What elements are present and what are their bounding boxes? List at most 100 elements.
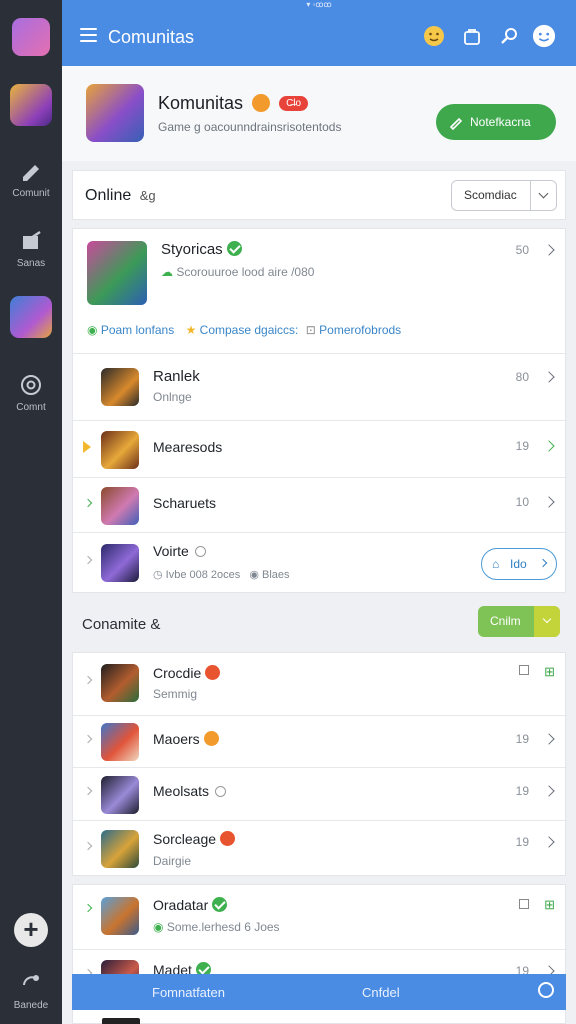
next-item-thumbnail-edge xyxy=(102,1018,140,1024)
status-badge: C̶lo xyxy=(279,96,309,111)
list-item[interactable]: Maoers 19 xyxy=(73,715,567,767)
chevron-right-icon xyxy=(543,496,555,508)
grid-icon[interactable]: ⊞ xyxy=(544,664,555,680)
swap-icon xyxy=(16,968,46,998)
section-title: Conamite & xyxy=(82,616,161,633)
emoji-icon xyxy=(205,665,221,680)
item-title-line: Meolsats xyxy=(153,783,227,799)
item-title: Scharuets xyxy=(153,495,217,511)
list-item[interactable]: Scharuets 10 xyxy=(73,477,567,532)
status-ring-icon xyxy=(194,546,206,557)
rail-item-sanas[interactable]: Sanas xyxy=(6,226,56,269)
link-1[interactable]: Poam lonfans xyxy=(101,323,174,337)
grid-icon[interactable]: ⊞ xyxy=(544,897,555,913)
rail-item-label: Sanas xyxy=(16,258,46,269)
rail-item-comnt[interactable]: Comnt xyxy=(6,370,56,413)
list-item[interactable]: Meolsats 19 xyxy=(73,767,567,820)
expand-icon xyxy=(83,555,93,565)
item-thumbnail xyxy=(101,897,139,935)
profile-icon[interactable] xyxy=(532,24,556,48)
chevron-right-icon xyxy=(543,371,555,383)
rail-item-banede[interactable]: Banede xyxy=(6,968,56,1011)
item-thumbnail xyxy=(101,544,139,582)
item-thumbnail xyxy=(101,368,139,406)
item-count: 19 xyxy=(515,835,529,849)
verified-icon xyxy=(226,241,242,256)
section-filter-button[interactable]: Cnilm xyxy=(478,606,560,637)
main-content: Komunitas C̶lo Game g oacounndrainsrisot… xyxy=(62,66,576,1024)
community-avatar xyxy=(86,84,144,142)
info-icon: ◉ xyxy=(249,569,259,581)
list-item[interactable]: Voirte ◷ Ivbe 008 2oces ◉ Blaes ⌂ Ido xyxy=(73,532,567,594)
game-thumbnail-icon xyxy=(10,296,52,338)
expand-icon xyxy=(83,786,93,796)
item-title-line: Maoers xyxy=(153,731,219,747)
chevron-right-icon xyxy=(543,836,555,848)
bottom-bar-center[interactable]: Cnfdel xyxy=(362,985,400,1000)
emoji-icon xyxy=(220,831,236,846)
gear-icon xyxy=(16,370,46,400)
item-title-line: Sorcleage xyxy=(153,831,236,847)
filter-title: Online &g xyxy=(85,187,156,204)
left-rail: Comunit Sanas Comnt + Banede xyxy=(0,0,62,1024)
bottom-action-bar[interactable]: Fomnatfaten Cnfdel xyxy=(72,974,566,1010)
link-2[interactable]: Compase dgaiccs: xyxy=(200,323,299,337)
rail-game-icon[interactable] xyxy=(6,84,56,126)
rail-item-comunit[interactable]: Comunit xyxy=(6,156,56,199)
join-button[interactable]: ⌂ Ido xyxy=(481,548,557,580)
expand-icon xyxy=(83,498,93,508)
notification-button[interactable]: Notefkacna xyxy=(436,104,556,140)
app-icon xyxy=(12,18,50,56)
item-count: 19 xyxy=(515,732,529,746)
square-icon xyxy=(519,899,529,909)
community-name: Komunitas xyxy=(158,93,244,113)
list-item[interactable]: Crocdie Semmig ⊞ xyxy=(73,653,567,715)
list-item[interactable]: Mearesods 19 xyxy=(73,420,567,477)
item-thumbnail xyxy=(101,776,139,814)
list-item[interactable]: Ranlek Onlnge 80 xyxy=(73,353,567,420)
sort-dropdown[interactable]: Scomdiac xyxy=(451,180,557,211)
cloud-icon: ☁ xyxy=(161,265,173,279)
hamburger-menu-icon[interactable] xyxy=(80,28,97,42)
featured-row[interactable]: Styoricas ☁ Scorouuroe lood aire /080 50… xyxy=(73,229,567,353)
featured-subtitle-line: ☁ Scorouuroe lood aire /080 xyxy=(161,265,315,279)
item-subtitle-line: ◉ Some.lerhesd 6 Joes xyxy=(153,920,280,934)
item-subtitle-line: ◷ Ivbe 008 2oces ◉ Blaes xyxy=(153,569,290,581)
radio-icon: ◉ xyxy=(87,323,98,337)
item-count: 80 xyxy=(515,370,529,384)
star-icon: ★ xyxy=(185,323,197,337)
chevron-right-icon xyxy=(543,244,555,256)
status-dot-icon: ◉ xyxy=(153,920,164,934)
item-subtitle: Dairgie xyxy=(153,854,192,868)
rail-add-button[interactable]: + xyxy=(6,913,56,947)
refresh-icon[interactable] xyxy=(538,982,554,998)
item-title: Mearesods xyxy=(153,439,223,455)
list-item[interactable]: Oradatar ◉ Some.lerhesd 6 Joes ⊞ xyxy=(73,885,567,949)
featured-thumbnail xyxy=(87,241,147,305)
item-title-line: Crocdie xyxy=(153,665,221,681)
item-title: Ranlek xyxy=(153,368,200,385)
expand-icon xyxy=(83,903,93,913)
item-thumbnail xyxy=(101,487,139,525)
rail-app-top[interactable] xyxy=(6,18,56,56)
item-count: 10 xyxy=(515,495,529,509)
community-profile-card: Komunitas C̶lo Game g oacounndrainsrisot… xyxy=(62,66,576,161)
link-3[interactable]: Pomerofobrods xyxy=(319,323,401,337)
item-thumbnail xyxy=(101,723,139,761)
item-title-line: Oradatar xyxy=(153,897,228,913)
item-count: 19 xyxy=(515,439,529,453)
featured-title-line: Styoricas xyxy=(161,241,242,258)
app-header: ▾ ◦ꝏꝏ Comunitas xyxy=(62,0,576,66)
bag-icon[interactable] xyxy=(460,24,484,48)
emoji-icon[interactable] xyxy=(422,24,446,48)
list-item[interactable]: Sorcleage Dairgie 19 xyxy=(73,820,567,877)
bottom-bar-left[interactable]: Fomnatfaten xyxy=(152,985,225,1000)
pencil-icon xyxy=(16,156,46,186)
item-thumbnail xyxy=(101,431,139,469)
rail-game-icon-2[interactable] xyxy=(6,296,56,338)
search-icon[interactable] xyxy=(497,24,521,48)
item-title-line: Voirte xyxy=(153,543,206,559)
smile-icon xyxy=(252,94,271,112)
box-icon xyxy=(16,226,46,256)
status-ring-icon xyxy=(215,786,227,797)
